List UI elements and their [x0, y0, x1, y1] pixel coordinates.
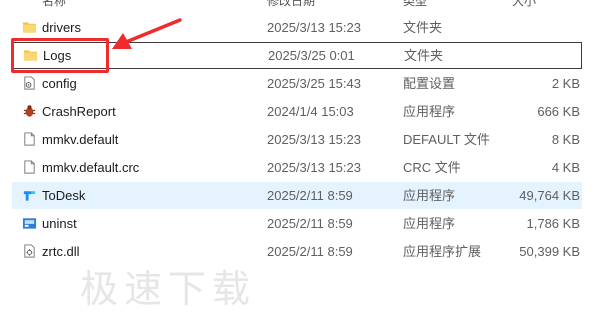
file-row-mmkv-default[interactable]: mmkv.default 2025/3/13 15:23 DEFAULT 文件 … — [12, 126, 582, 153]
column-name[interactable]: 名称 — [42, 0, 66, 9]
file-size: 8 KB — [551, 132, 580, 147]
file-type: 文件夹 — [403, 20, 443, 35]
file-name: mmkv.default — [42, 132, 119, 147]
file-row-crashreport[interactable]: CrashReport 2024/1/4 15:03 应用程序 666 KB — [12, 98, 582, 125]
file-type: CRC 文件 — [403, 160, 461, 175]
file-type: 应用程序 — [403, 216, 456, 231]
file-icon — [24, 160, 35, 174]
file-icon — [24, 132, 35, 146]
file-name: uninst — [42, 216, 77, 231]
file-row-todesk[interactable]: ToDesk 2025/2/11 8:59 应用程序 49,764 KB — [12, 182, 582, 209]
file-name: drivers — [42, 20, 82, 35]
column-header: 名称 修改日期 类型 大小 — [0, 0, 600, 9]
file-name: ToDesk — [42, 188, 86, 203]
file-row-uninst[interactable]: uninst 2025/2/11 8:59 应用程序 1,786 KB — [12, 210, 582, 237]
file-date: 2025/2/11 8:59 — [267, 244, 353, 259]
file-row-drivers[interactable]: drivers 2025/3/13 15:23 文件夹 — [12, 14, 582, 41]
file-type: 文件夹 — [404, 48, 444, 63]
column-type[interactable]: 类型 — [403, 0, 427, 9]
watermark: 极速下载 — [80, 267, 257, 311]
file-date: 2025/3/13 15:23 — [267, 20, 361, 35]
file-date: 2024/1/4 15:03 — [267, 104, 354, 119]
file-size: 50,399 KB — [519, 244, 580, 259]
file-size: 4 KB — [551, 160, 580, 175]
file-row-config[interactable]: config 2025/3/25 15:43 配置设置 2 KB — [12, 70, 582, 97]
file-date: 2025/2/11 8:59 — [267, 188, 353, 203]
file-name: zrtc.dll — [42, 244, 80, 259]
file-type: 应用程序 — [403, 104, 456, 119]
file-name: config — [42, 76, 77, 91]
file-date: 2025/2/11 8:59 — [267, 216, 353, 231]
file-name: mmkv.default.crc — [42, 160, 140, 175]
file-date: 2025/3/13 15:23 — [267, 160, 361, 175]
file-date: 2025/3/25 15:43 — [267, 76, 361, 91]
file-type: 应用程序 — [403, 188, 456, 203]
file-size: 1,786 KB — [526, 216, 581, 231]
column-date[interactable]: 修改日期 — [267, 0, 315, 9]
file-date: 2025/3/13 15:23 — [267, 132, 361, 147]
column-size[interactable]: 大小 — [512, 0, 536, 9]
file-type: 应用程序扩展 — [403, 244, 482, 259]
crash-report-icon — [23, 105, 36, 117]
file-date: 2025/3/25 0:01 — [268, 48, 355, 63]
file-size: 2 KB — [551, 76, 580, 91]
file-name: CrashReport — [42, 104, 116, 119]
file-size: 666 KB — [537, 104, 580, 119]
file-row-mmkv-default-crc[interactable]: mmkv.default.crc 2025/3/13 15:23 CRC 文件 … — [12, 154, 582, 181]
dll-file-icon — [24, 244, 35, 258]
config-file-icon — [24, 76, 35, 90]
file-type: 配置设置 — [403, 76, 456, 91]
todesk-icon — [23, 191, 36, 201]
annotation-arrow-icon — [112, 18, 182, 49]
uninstaller-icon — [22, 218, 37, 229]
file-size: 49,764 KB — [519, 188, 580, 203]
file-type: DEFAULT 文件 — [403, 132, 490, 147]
folder-icon — [22, 22, 37, 33]
annotation-highlight-box — [11, 38, 109, 73]
